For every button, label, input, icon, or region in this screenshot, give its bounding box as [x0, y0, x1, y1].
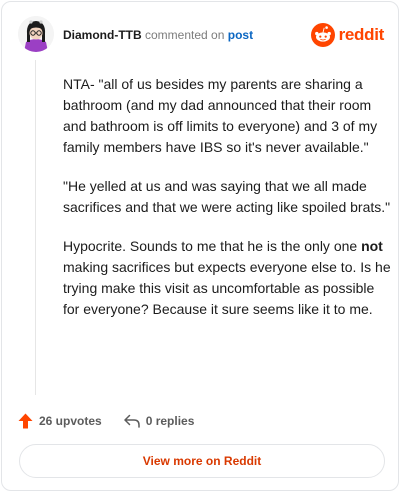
comment-paragraph-3: Hypocrite. Sounds to me that he is the o…: [63, 236, 393, 320]
view-more-button[interactable]: View more on Reddit: [19, 444, 385, 478]
paragraph-3-after: making sacrifices but expects everyone e…: [63, 259, 391, 317]
comment-actions: 26 upvotes 0 replies: [18, 410, 194, 432]
meta-verb: commented on: [145, 28, 225, 42]
reply-count: 0 replies: [145, 414, 195, 428]
upvote-count: 26 upvotes: [39, 414, 102, 428]
reddit-logo[interactable]: reddit: [310, 22, 385, 48]
comment-header: Diamond-TTB commented on post reddit: [18, 14, 384, 56]
paragraph-3-before: Hypocrite. Sounds to me that he is the o…: [63, 238, 362, 254]
comment-paragraph-1: NTA- "all of us besides my parents are s…: [63, 76, 378, 155]
reddit-alien-icon: [310, 23, 335, 47]
upvote-button[interactable]: 26 upvotes: [18, 413, 102, 429]
username-link[interactable]: Diamond-TTB: [63, 28, 142, 42]
reddit-wordmark: reddit: [338, 25, 385, 44]
reply-button[interactable]: 0 replies: [123, 414, 195, 428]
avatar[interactable]: [18, 16, 54, 52]
comment-meta: Diamond-TTB commented on post: [63, 28, 253, 42]
comment-embed-card: Diamond-TTB commented on post reddit NTA…: [1, 1, 399, 491]
paragraph-3-bold: not: [361, 238, 383, 254]
thread-line: [35, 60, 36, 395]
avatar-girl-icon: [18, 16, 54, 52]
comment-paragraph-2: "He yelled at us and was saying that we …: [63, 178, 391, 215]
reply-arrow-icon: [123, 414, 140, 428]
comment-body: NTA- "all of us besides my parents are s…: [63, 74, 393, 338]
post-link[interactable]: post: [228, 28, 253, 42]
upvote-arrow-icon: [18, 413, 33, 429]
